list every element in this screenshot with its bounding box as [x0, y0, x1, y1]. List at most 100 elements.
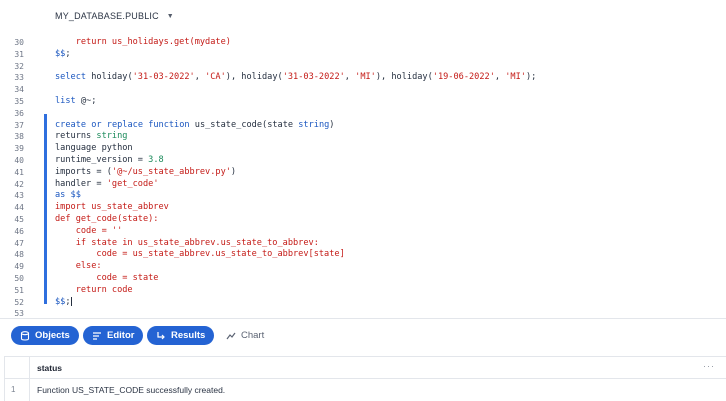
code-line[interactable]: 33 select holiday('31-03-2022', 'CA'), ho…	[0, 72, 726, 84]
line-number: 33	[14, 73, 24, 83]
more-options-icon[interactable]: ···	[703, 361, 715, 371]
line-number: 52	[14, 297, 24, 307]
code-token: function	[148, 119, 190, 130]
code-line[interactable]: 34	[0, 84, 726, 96]
code-text: if state in us_state_abbrev.us_state_to_…	[55, 238, 319, 250]
code-line[interactable]: 51 return code	[0, 285, 726, 297]
tab-objects-label: Objects	[35, 330, 70, 341]
code-token: '@~/us_state_abbrev.py'	[111, 166, 231, 177]
line-number: 39	[14, 144, 24, 154]
line-chart-icon	[226, 332, 236, 339]
code-text: def get_code(state):	[55, 214, 158, 226]
code-line[interactable]: 37 create or replace function us_state_co…	[0, 120, 726, 132]
sql-editor[interactable]: 30 return us_holidays.get(mydate) 31 $$; 32…	[0, 34, 726, 318]
code-text: runtime_version = 3.8	[55, 155, 164, 167]
code-text: $$;	[55, 296, 72, 309]
line-number: 49	[14, 262, 24, 272]
line-number: 36	[14, 108, 24, 118]
code-token: '31-03-2022'	[282, 72, 345, 83]
code-line[interactable]: 45 def get_code(state):	[0, 214, 726, 226]
text-cursor	[70, 296, 72, 306]
code-line[interactable]: 39 language python	[0, 143, 726, 155]
code-text: return code	[55, 285, 133, 297]
tab-chart-label: Chart	[241, 330, 265, 341]
code-text: else:	[55, 261, 102, 273]
line-number: 50	[14, 274, 24, 283]
line-number: 45	[14, 215, 24, 224]
line-number: 40	[14, 156, 24, 165]
tab-objects[interactable]: Objects	[11, 326, 79, 345]
code-token: 'MI'	[505, 72, 526, 83]
code-line[interactable]: 44 import us_state_abbrev	[0, 202, 726, 214]
code-line[interactable]: 31 $$;	[0, 49, 726, 61]
line-number: 44	[14, 203, 24, 213]
code-line[interactable]: 49 else:	[0, 261, 726, 273]
code-line[interactable]: 42 handler = 'get_code'	[0, 179, 726, 191]
code-token: or	[91, 119, 102, 130]
code-line[interactable]: 36	[0, 108, 726, 120]
line-number: 35	[14, 97, 24, 106]
code-token: '31-03-2022'	[132, 72, 195, 83]
line-number: 47	[14, 238, 24, 248]
table-row[interactable]: 1 Function US_STATE_CODE successfully cr…	[5, 379, 726, 401]
code-line[interactable]: 41 imports = ('@~/us_state_abbrev.py')	[0, 167, 726, 179]
code-token: 3.8	[148, 155, 164, 165]
column-header-status[interactable]: status	[37, 363, 62, 373]
line-number: 53	[14, 309, 24, 318]
code-token: 'get_code'	[106, 178, 159, 189]
line-number: 34	[14, 85, 24, 95]
code-line[interactable]: 52 $$;	[0, 296, 726, 309]
database-schema-label: MY_DATABASE.PUBLIC	[55, 11, 159, 21]
tab-chart[interactable]: Chart	[226, 326, 264, 345]
code-line[interactable]: 35 list @~;	[0, 96, 726, 108]
code-text: imports = ('@~/us_state_abbrev.py')	[55, 167, 236, 179]
code-line[interactable]: 50 code = state	[0, 273, 726, 285]
code-token: us_state_code(state	[189, 119, 299, 130]
code-text: return us_holidays.get(mydate)	[55, 37, 231, 49]
code-line[interactable]: 32	[0, 61, 726, 73]
code-token: if state in us_state_abbrev.us_state_to_…	[55, 237, 319, 248]
code-token: ), holiday(	[375, 72, 433, 83]
lines-icon	[93, 331, 101, 340]
code-text: code = ''	[55, 226, 123, 238]
code-line[interactable]: 53	[0, 308, 726, 318]
code-token: handler =	[55, 178, 107, 189]
code-line[interactable]: 46 code = ''	[0, 226, 726, 238]
code-token: code = us_state_abbrev.us_state_to_abbre…	[55, 249, 345, 260]
code-token: 'MI'	[355, 72, 376, 83]
chevron-down-icon: ▼	[166, 12, 174, 20]
code-token: );	[525, 72, 537, 83]
code-line[interactable]: 43 as $$	[0, 190, 726, 202]
code-text: list @~;	[55, 96, 96, 108]
code-token: select	[55, 72, 87, 83]
line-number: 31	[14, 49, 24, 59]
status-cell[interactable]: Function US_STATE_CODE successfully crea…	[37, 385, 225, 395]
code-token: ,	[194, 72, 206, 83]
code-line[interactable]: 30 return us_holidays.get(mydate)	[0, 37, 726, 49]
database-schema-selector[interactable]: MY_DATABASE.PUBLIC ▼	[55, 11, 174, 21]
code-token: $$	[55, 48, 66, 59]
code-token: list	[55, 96, 76, 106]
tab-editor[interactable]: Editor	[83, 326, 144, 345]
code-line[interactable]: 40 runtime_version = 3.8	[0, 155, 726, 167]
code-token: import us_state_abbrev	[55, 202, 169, 213]
tab-results[interactable]: Results	[147, 326, 215, 345]
row-number: 1	[11, 385, 16, 394]
code-token: imports = (	[55, 166, 112, 177]
bottom-tab-bar: Objects Editor Results Chart	[0, 318, 726, 352]
code-token: $$	[55, 296, 66, 307]
line-number: 46	[14, 226, 24, 236]
code-token: )	[230, 166, 237, 177]
code-line[interactable]: 48 code = us_state_abbrev.us_state_to_ab…	[0, 249, 726, 261]
line-number: 51	[14, 285, 24, 295]
code-line[interactable]: 47 if state in us_state_abbrev.us_state_…	[0, 238, 726, 250]
code-line[interactable]: 38 returns string	[0, 131, 726, 143]
code-token: 'CA'	[205, 72, 226, 83]
line-number: 48	[14, 250, 24, 260]
code-token: )	[329, 119, 335, 130]
code-token: string	[298, 119, 330, 130]
line-number: 41	[14, 167, 24, 177]
return-arrow-icon	[157, 331, 165, 339]
code-text: handler = 'get_code'	[55, 179, 159, 191]
